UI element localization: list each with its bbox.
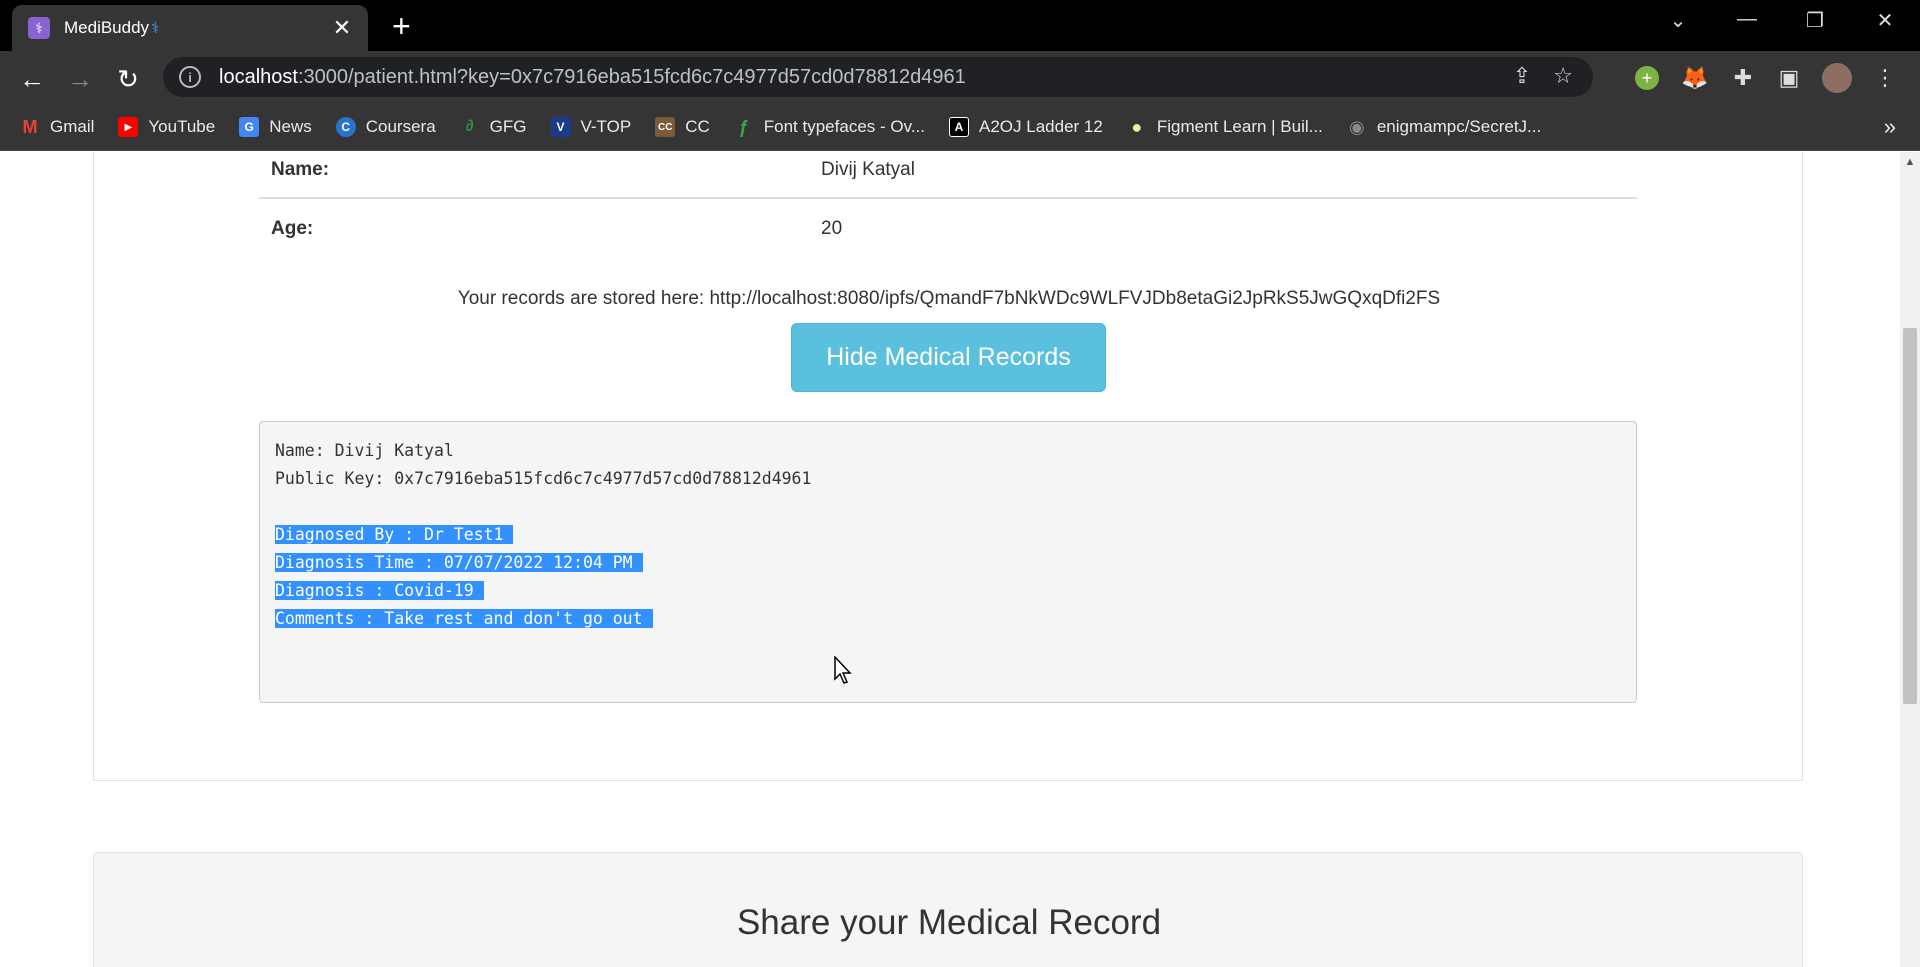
side-panel-icon[interactable]: ▣ — [1774, 63, 1804, 93]
browser-toolbar: ← → ↻ i localhost:3000/patient.html?key=… — [0, 51, 1920, 104]
age-row: Age: 20 — [259, 201, 1637, 257]
metamask-icon[interactable]: 🦊 — [1680, 63, 1710, 93]
bookmark-gmail[interactable]: M Gmail — [20, 116, 95, 137]
name-value: Divij Katyal — [821, 159, 915, 180]
bookmark-vtop[interactable]: V V-TOP — [550, 117, 631, 137]
new-tab-icon[interactable]: + — [392, 10, 411, 42]
github-icon: ◉ — [1348, 116, 1365, 137]
address-bar-actions: ⇪ ☆ — [1513, 63, 1573, 89]
scroll-thumb[interactable] — [1903, 328, 1917, 704]
bookmarks-bar: M Gmail ▶ YouTube G News C Coursera ∂ GFG V V-… — [0, 104, 1920, 151]
forward-icon[interactable]: → — [62, 61, 98, 97]
record-line: Name: Divij Katyal — [275, 441, 454, 460]
share-record-section: Share your Medical Record — [93, 852, 1803, 967]
youtube-icon: ▶ — [118, 117, 139, 137]
record-line-selected: Comments : Take rest and don't go out — [275, 605, 1621, 633]
browser-tab[interactable]: ⚕ MediBuddy ⚕ ✕ — [12, 5, 368, 51]
record-line — [275, 493, 1621, 521]
a2oj-icon: A — [949, 117, 970, 137]
page-viewport: Name: Divij Katyal Age: 20 Your records … — [0, 152, 1900, 967]
scroll-up-icon[interactable]: ▲ — [1900, 156, 1920, 168]
record-line-selected: Diagnosis Time : 07/07/2022 12:04 PM — [275, 549, 1621, 577]
restore-icon[interactable]: ❐ — [1795, 8, 1835, 33]
font-icon: ƒ — [738, 116, 749, 137]
age-value: 20 — [821, 218, 843, 239]
bookmark-youtube[interactable]: ▶ YouTube — [118, 117, 215, 137]
bookmark-github[interactable]: ◉ enigmampc/SecretJ... — [1347, 117, 1541, 137]
google-news-icon: G — [239, 117, 260, 137]
back-icon[interactable]: ← — [14, 61, 50, 97]
coursera-icon: C — [335, 117, 356, 137]
hide-medical-records-button[interactable]: Hide Medical Records — [791, 323, 1106, 392]
caduceus-icon: ⚕ — [151, 20, 160, 37]
address-bar[interactable]: i localhost:3000/patient.html?key=0x7c79… — [163, 57, 1593, 97]
vtop-icon: V — [550, 117, 571, 137]
extensions-puzzle-icon[interactable]: ✚ — [1728, 63, 1758, 93]
patient-card: Name: Divij Katyal Age: 20 Your records … — [93, 152, 1803, 781]
tab-title: MediBuddy ⚕ — [64, 18, 160, 37]
close-window-icon[interactable]: ✕ — [1865, 8, 1905, 33]
records-location-text: Your records are stored here: http://loc… — [457, 288, 1441, 309]
bookmark-star-icon[interactable]: ☆ — [1553, 63, 1573, 89]
figment-icon: ● — [1131, 116, 1143, 137]
record-line-selected: Diagnosis : Covid-19 — [275, 577, 1621, 605]
bookmark-cc[interactable]: CC CC — [655, 117, 710, 137]
page-scrollbar[interactable]: ▲ — [1900, 152, 1920, 967]
site-info-icon[interactable]: i — [179, 66, 201, 88]
codechef-icon: CC — [655, 117, 676, 137]
medical-record-box: Name: Divij Katyal Public Key: 0x7c7916e… — [259, 421, 1637, 703]
record-line-selected: Diagnosed By : Dr Test1 — [275, 521, 1621, 549]
url-text: localhost:3000/patient.html?key=0x7c7916… — [219, 65, 966, 88]
bookmark-news[interactable]: G News — [239, 117, 312, 137]
profile-avatar[interactable] — [1822, 63, 1852, 93]
close-tab-icon[interactable]: ✕ — [330, 17, 354, 39]
bookmark-coursera[interactable]: C Coursera — [335, 117, 436, 137]
medibuddy-favicon-icon: ⚕ — [28, 17, 50, 39]
bookmark-font-typefaces[interactable]: ƒ Font typefaces - Ov... — [734, 117, 925, 137]
tab-search-icon[interactable]: ⌄ — [1658, 8, 1698, 33]
reload-icon[interactable]: ↻ — [110, 61, 146, 97]
age-label: Age: — [271, 218, 314, 239]
name-row: Name: Divij Katyal — [259, 152, 1637, 199]
extension-green-icon[interactable]: + — [1632, 63, 1662, 93]
gfg-icon: ∂ — [465, 118, 474, 135]
mouse-cursor-icon — [834, 656, 852, 684]
menu-kebab-icon[interactable]: ⋮ — [1870, 63, 1900, 93]
bookmark-gfg[interactable]: ∂ GFG — [460, 117, 527, 137]
share-icon[interactable]: ⇪ — [1513, 63, 1531, 89]
more-bookmarks-icon[interactable]: » — [1884, 114, 1896, 140]
share-title: Share your Medical Record — [736, 903, 1162, 942]
tab-bar: ⚕ MediBuddy ⚕ ✕ + ⌄ — ❐ ✕ — [0, 0, 1920, 51]
gmail-icon: M — [22, 116, 38, 137]
record-line: Public Key: 0x7c7916eba515fcd6c7c4977d57… — [275, 469, 812, 488]
name-label: Name: — [271, 159, 330, 180]
minimize-icon[interactable]: — — [1727, 8, 1767, 31]
bookmark-a2oj[interactable]: A A2OJ Ladder 12 — [949, 117, 1103, 137]
bookmark-figment[interactable]: ● Figment Learn | Buil... — [1127, 116, 1322, 137]
